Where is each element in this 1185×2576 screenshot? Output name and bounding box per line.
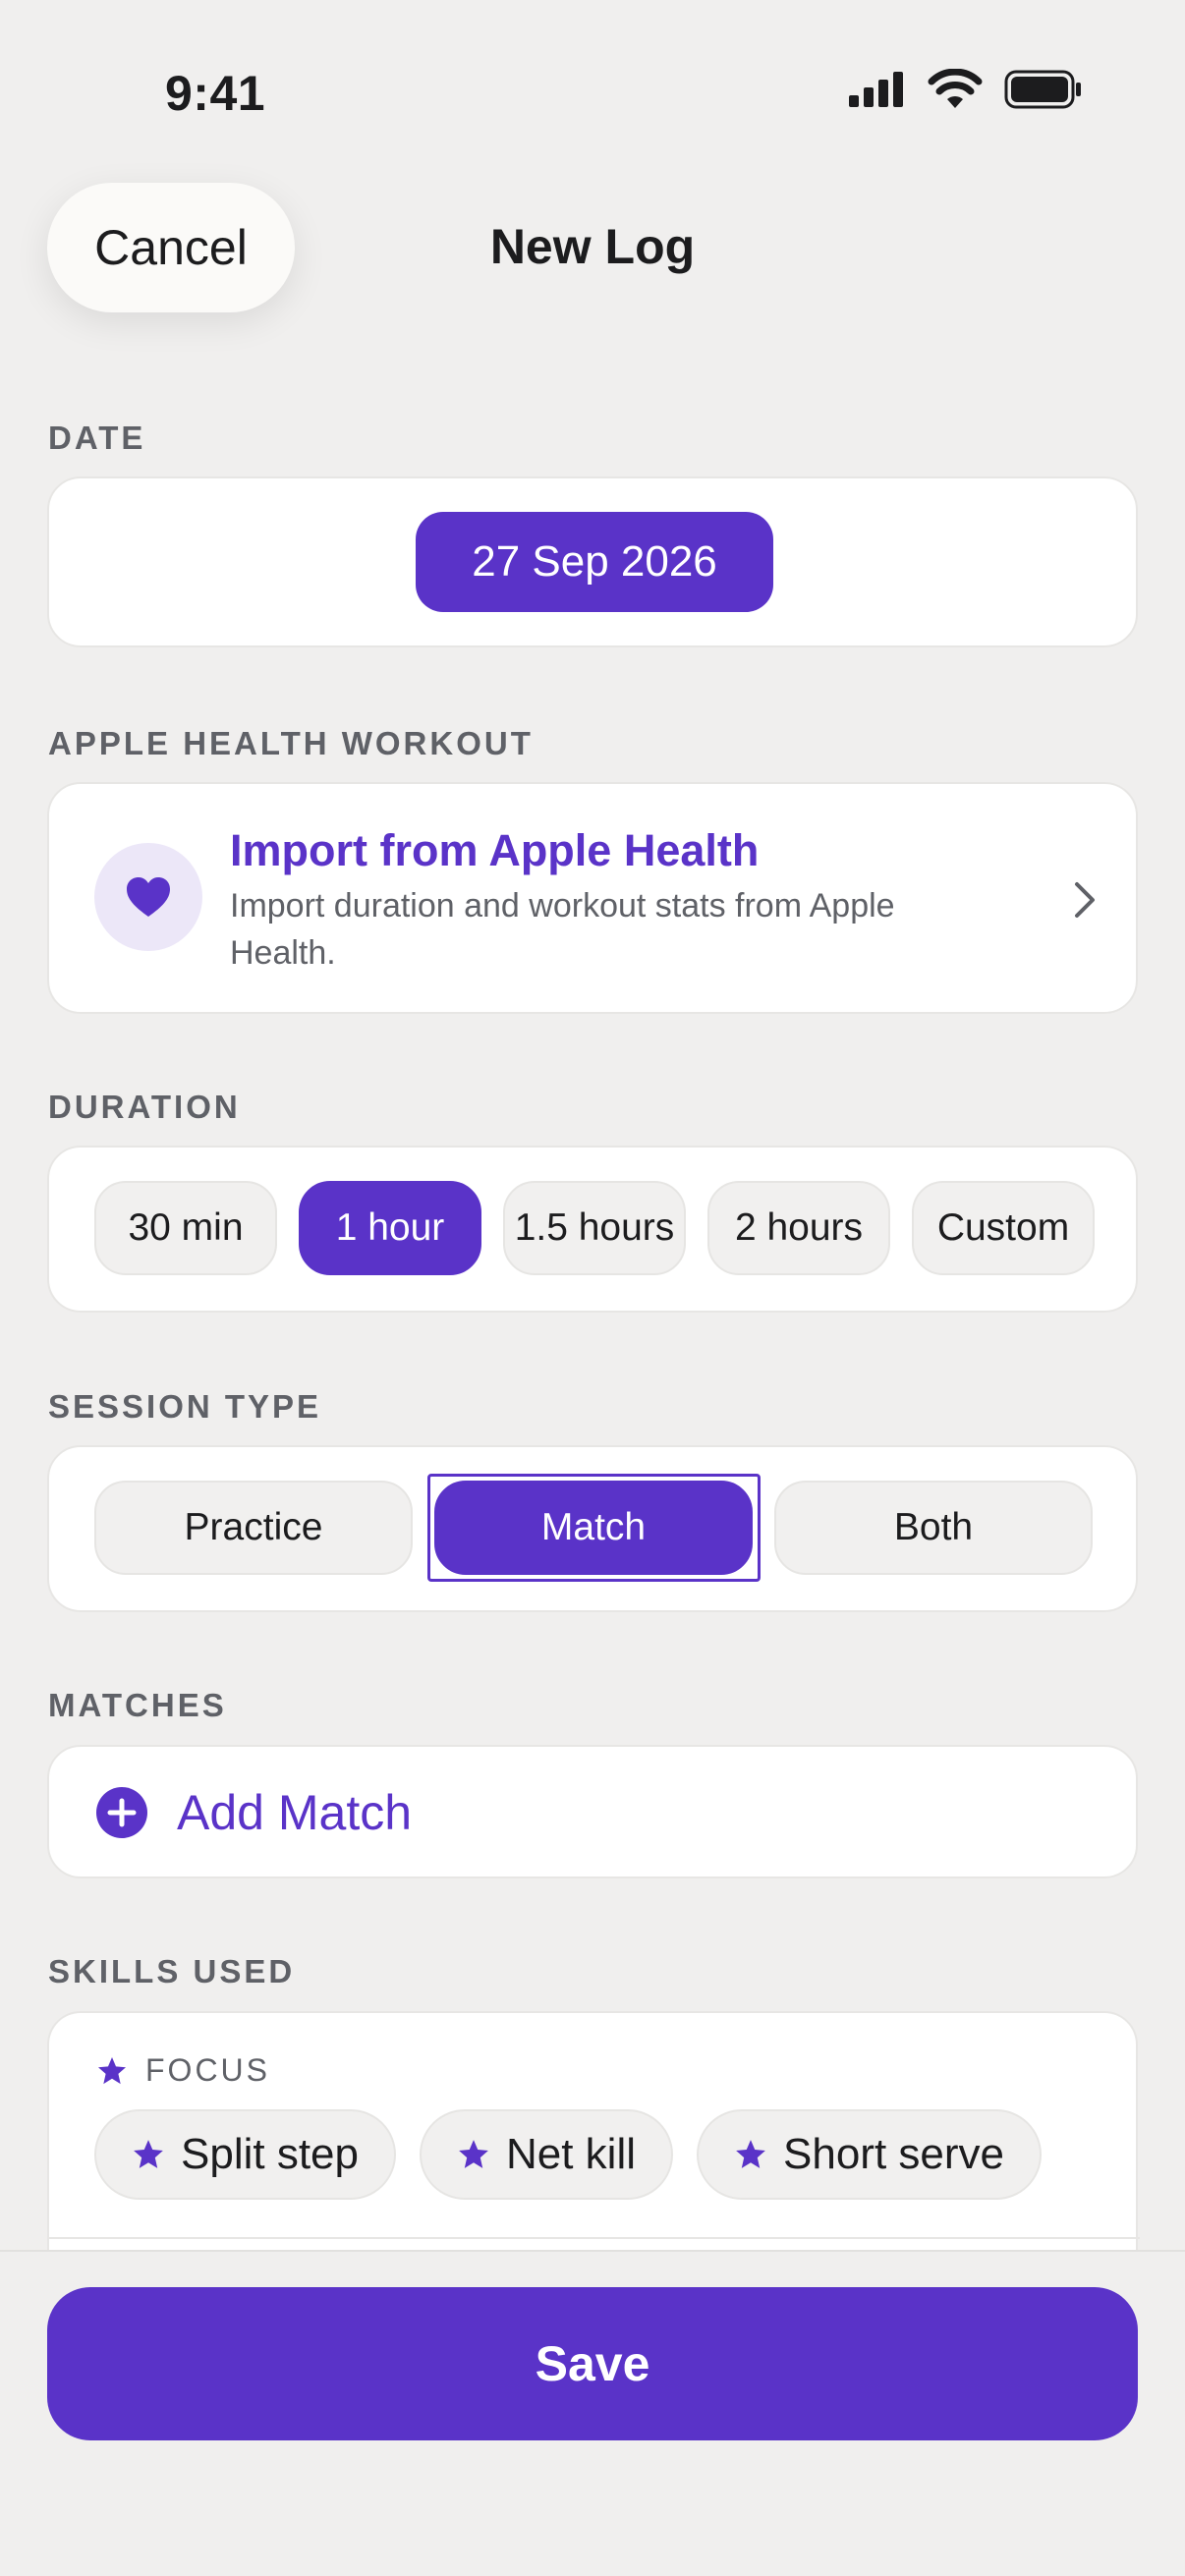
apple-health-subtitle: Import duration and workout stats from A… [230,887,895,972]
plus-circle-icon [96,1787,147,1838]
skill-chip-label: Short serve [783,2130,1004,2178]
star-icon [736,2140,765,2168]
duration-chip-1-5-hours[interactable]: 1.5 hours [503,1181,686,1275]
matches-section-label: MATCHES [48,1687,227,1723]
star-icon [98,2056,126,2084]
duration-card: 30 min 1 hour 1.5 hours 2 hours Custom [47,1146,1138,1313]
page-title: New Log [489,219,696,274]
skill-chip-short-serve[interactable]: Short serve [697,2109,1042,2200]
duration-chip-custom[interactable]: Custom [912,1181,1095,1275]
status-icons [847,69,1083,110]
session-type-both[interactable]: Both [774,1481,1093,1575]
duration-chip-1-hour[interactable]: 1 hour [299,1181,481,1275]
apple-health-section-label: APPLE HEALTH WORKOUT [48,725,534,761]
duration-options: 30 min 1 hour 1.5 hours 2 hours Custom [94,1181,1095,1275]
session-type-practice[interactable]: Practice [94,1481,413,1575]
session-type-match[interactable]: Match [434,1481,753,1575]
apple-health-import-row[interactable]: Import from Apple Health Import duration… [47,782,1138,1014]
duration-chip-30-min[interactable]: 30 min [94,1181,277,1275]
chevron-right-icon [1075,882,1095,918]
status-time: 9:41 [165,66,266,121]
focus-skill-list: Split step Net kill Short serve [94,2109,1042,2200]
star-icon [134,2140,163,2168]
bottom-bar: Save [0,2250,1185,2576]
battery-icon [1004,70,1081,109]
skill-chip-label: Split step [181,2130,359,2178]
skill-chip-net-kill[interactable]: Net kill [419,2109,674,2200]
wifi-icon [928,69,983,108]
date-card: 27 Sep 2026 [47,476,1138,647]
status-bar: 9:41 [0,0,1185,187]
duration-section-label: DURATION [48,1089,241,1125]
heart-icon [127,877,170,917]
add-match-button[interactable]: Add Match [96,1784,412,1841]
duration-chip-2-hours[interactable]: 2 hours [707,1181,890,1275]
skills-section-label: SKILLS USED [48,1953,296,1989]
matches-card: Add Match [47,1745,1138,1878]
session-type-section-label: SESSION TYPE [48,1388,322,1425]
session-type-card: Practice Match Both [47,1445,1138,1612]
skills-divider [49,2237,1140,2239]
date-picker-button[interactable]: 27 Sep 2026 [416,512,773,612]
add-match-label: Add Match [177,1785,413,1840]
save-button[interactable]: Save [47,2287,1138,2440]
skill-chip-split-step[interactable]: Split step [94,2109,396,2200]
date-section-label: DATE [48,420,146,456]
apple-health-title: Import from Apple Health [230,825,760,875]
health-icon-badge [94,843,202,951]
cellular-signal-icon [849,72,903,107]
skill-chip-label: Net kill [505,2130,637,2178]
focus-label: FOCUS [145,2052,270,2088]
focus-header: FOCUS [96,2052,270,2089]
star-icon [459,2140,488,2168]
